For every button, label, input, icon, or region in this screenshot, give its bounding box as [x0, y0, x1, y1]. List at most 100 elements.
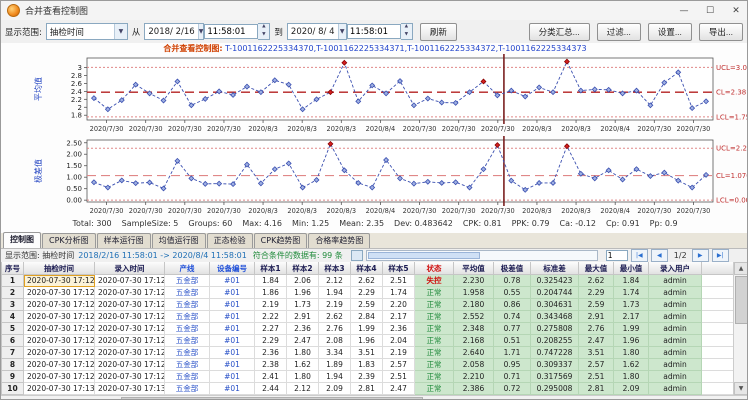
table-cell[interactable]: 2.59 [579, 299, 614, 311]
table-cell[interactable]: 2.47 [383, 383, 415, 395]
table-cell[interactable]: 2.44 [255, 383, 287, 395]
first-page-button[interactable]: |◀ [631, 249, 648, 262]
table-cell[interactable]: 0.95 [494, 359, 531, 371]
table-cell[interactable]: 2.62 [351, 275, 383, 287]
status-cell[interactable]: 正常 [415, 335, 454, 347]
table-cell[interactable]: 2020-07-30 17:12:59 [24, 371, 95, 383]
table-cell[interactable]: admin [649, 287, 702, 299]
table-cell[interactable]: 0.86 [494, 299, 531, 311]
column-header[interactable] [702, 262, 736, 275]
table-cell[interactable] [702, 311, 736, 323]
table-cell[interactable]: 1.62 [614, 359, 649, 371]
table-cell[interactable]: 1.83 [351, 359, 383, 371]
table-cell[interactable]: 2.17 [614, 311, 649, 323]
table-cell[interactable]: 2.76 [319, 323, 351, 335]
table-cell[interactable]: 2.59 [351, 299, 383, 311]
table-cell[interactable]: 2020-07-30 17:13:00 [95, 383, 165, 395]
status-cell[interactable]: 正常 [415, 323, 454, 335]
table-cell[interactable]: 2.36 [383, 323, 415, 335]
from-time-spinner[interactable]: ▲▼ [258, 23, 270, 40]
scroll-down-icon[interactable]: ▼ [734, 382, 748, 395]
maximize-button[interactable]: ☐ [697, 2, 723, 19]
range-type-dropdown[interactable]: 抽检时间 ▼ [46, 23, 128, 40]
status-cell[interactable]: 正常 [415, 347, 454, 359]
column-header[interactable]: 最大值 [579, 262, 614, 275]
table-cell[interactable]: 五金部 [165, 335, 210, 347]
table-cell[interactable]: 1.80 [287, 347, 319, 359]
table-cell[interactable]: 0.208255 [531, 335, 579, 347]
table-cell[interactable]: 1.80 [614, 347, 649, 359]
scroll-up-icon[interactable]: ▲ [734, 262, 748, 275]
table-cell[interactable]: admin [649, 359, 702, 371]
column-header[interactable]: 样本5 [383, 262, 415, 275]
table-cell[interactable]: 五金部 [165, 287, 210, 299]
table-row[interactable]: 42020-07-30 17:12:582020-07-30 17:12:58五… [2, 311, 736, 323]
table-cell[interactable]: 2 [2, 287, 24, 299]
table-cell[interactable]: 2020-07-30 17:12:57 [95, 287, 165, 299]
table-cell[interactable]: 五金部 [165, 311, 210, 323]
to-date-picker[interactable]: 2020/ 8/ 4 ▼ [287, 23, 347, 40]
table-cell[interactable]: 1.73 [614, 299, 649, 311]
table-cell[interactable]: 6 [2, 335, 24, 347]
table-cell[interactable]: admin [649, 275, 702, 287]
table-cell[interactable]: 2.47 [287, 335, 319, 347]
table-cell[interactable]: 1.89 [319, 359, 351, 371]
table-cell[interactable]: 2020-07-30 17:12:58 [24, 323, 95, 335]
horizontal-scrollbar[interactable] [1, 395, 748, 400]
table-cell[interactable]: 五金部 [165, 275, 210, 287]
table-cell[interactable]: 1.84 [255, 275, 287, 287]
from-time-input[interactable] [204, 24, 258, 39]
table-cell[interactable]: 2020-07-30 17:12:58 [24, 311, 95, 323]
table-cell[interactable]: 1.80 [287, 371, 319, 383]
export-button[interactable]: 导出... [699, 23, 743, 41]
table-cell[interactable]: 2.12 [319, 275, 351, 287]
table-cell[interactable]: 2.57 [579, 359, 614, 371]
table-cell[interactable]: 1 [2, 275, 24, 287]
status-cell[interactable]: 正常 [415, 359, 454, 371]
status-cell[interactable]: 正常 [415, 311, 454, 323]
table-row[interactable]: 62020-07-30 17:12:582020-07-30 17:12:58五… [2, 335, 736, 347]
table-cell[interactable]: 1.86 [255, 287, 287, 299]
table-cell[interactable]: 2.348 [454, 323, 494, 335]
table-cell[interactable]: 2020-07-30 17:12:57 [95, 275, 165, 287]
table-cell[interactable]: admin [649, 335, 702, 347]
table-cell[interactable]: 0.55 [494, 287, 531, 299]
table-cell[interactable]: 1.71 [494, 347, 531, 359]
tab-6[interactable]: CPK趋势图 [254, 233, 308, 248]
table-cell[interactable]: admin [649, 299, 702, 311]
table-cell[interactable]: 2.058 [454, 359, 494, 371]
table-cell[interactable]: 3 [2, 299, 24, 311]
table-cell[interactable]: 2020-07-30 17:12:58 [24, 335, 95, 347]
table-cell[interactable] [702, 323, 736, 335]
table-cell[interactable]: 3.51 [579, 347, 614, 359]
table-cell[interactable]: #01 [210, 311, 255, 323]
table-row[interactable]: 92020-07-30 17:12:592020-07-30 17:12:59五… [2, 371, 736, 383]
column-header[interactable]: 设备编号 [210, 262, 255, 275]
table-cell[interactable]: 2020-07-30 17:12:59 [24, 347, 95, 359]
table-cell[interactable]: 2020-07-30 17:12:57 [24, 275, 95, 287]
range-slider-thumb[interactable] [368, 252, 480, 259]
table-cell[interactable]: #01 [210, 335, 255, 347]
table-cell[interactable]: 0.343468 [531, 311, 579, 323]
table-cell[interactable] [702, 347, 736, 359]
to-time-spinner[interactable]: ▲▼ [401, 23, 413, 40]
table-cell[interactable]: 2.29 [351, 287, 383, 299]
table-cell[interactable]: 2.51 [383, 275, 415, 287]
table-cell[interactable]: 1.99 [614, 323, 649, 335]
table-cell[interactable]: 9 [2, 371, 24, 383]
table-cell[interactable]: 1.96 [287, 287, 319, 299]
column-header[interactable]: 状态 [415, 262, 454, 275]
table-cell[interactable]: 五金部 [165, 371, 210, 383]
table-cell[interactable]: 1.80 [614, 371, 649, 383]
table-cell[interactable]: admin [649, 323, 702, 335]
table-cell[interactable]: 2020-07-30 17:12:59 [95, 359, 165, 371]
table-cell[interactable]: 2.62 [319, 311, 351, 323]
vertical-scrollbar[interactable]: ▲ ▼ [733, 262, 747, 395]
table-cell[interactable]: 2.62 [579, 275, 614, 287]
table-cell[interactable]: 2.552 [454, 311, 494, 323]
table-cell[interactable]: 2020-07-30 17:12:59 [95, 371, 165, 383]
table-cell[interactable]: 2.91 [287, 311, 319, 323]
table-cell[interactable]: 2020-07-30 17:12:58 [95, 323, 165, 335]
table-cell[interactable]: #01 [210, 383, 255, 395]
table-cell[interactable]: 8 [2, 359, 24, 371]
